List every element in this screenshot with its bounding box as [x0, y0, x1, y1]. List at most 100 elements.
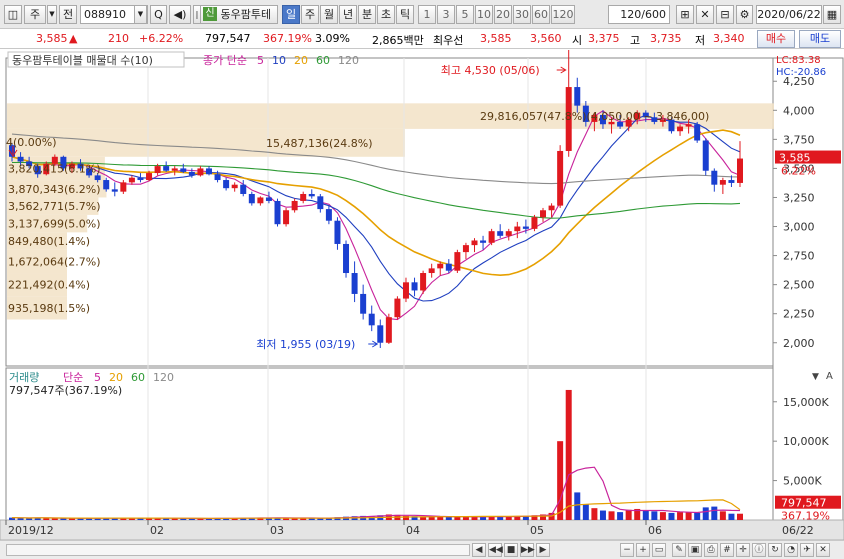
- best-ask-price: 3,585: [480, 32, 512, 45]
- volume-profile-label: 849,480(1.4%): [8, 235, 90, 248]
- grid-icon[interactable]: #: [720, 543, 734, 557]
- period-button[interactable]: 월: [320, 5, 338, 24]
- zoom-in-icon[interactable]: +: [636, 543, 650, 557]
- forward-icon[interactable]: ▶▶: [520, 543, 535, 557]
- low-label: 저: [695, 34, 706, 47]
- chart-style-icon[interactable]: ⊞: [676, 5, 694, 24]
- price-change: 210: [108, 32, 129, 45]
- vol-y-tick-label: 15,000K: [783, 396, 829, 409]
- candle-body: [94, 175, 101, 181]
- volume-bar: [565, 389, 572, 520]
- candle-body: [505, 231, 512, 236]
- candle-body: [711, 170, 718, 185]
- volume-bar: [694, 512, 701, 520]
- volume-bar: [625, 509, 632, 520]
- save-icon[interactable]: ▣: [688, 543, 702, 557]
- volume-bar: [617, 512, 624, 520]
- scroll-track[interactable]: [6, 544, 470, 556]
- period-button[interactable]: 주: [301, 5, 319, 24]
- volume-bar: [659, 512, 666, 520]
- search-icon[interactable]: Q: [150, 5, 167, 24]
- buy-button[interactable]: 매수: [757, 30, 795, 48]
- period-button[interactable]: 일: [282, 5, 300, 24]
- candle-body: [685, 124, 692, 127]
- x-axis-area: [0, 519, 844, 541]
- chart-area[interactable]: 4,250 4,000 3,750 3,500 3,250 3,000 2,750 2,500…: [0, 48, 844, 541]
- print-icon[interactable]: ⎙: [704, 543, 718, 557]
- interval-button[interactable]: 20: [494, 5, 512, 24]
- candle-body: [17, 156, 24, 162]
- count-field[interactable]: 120/600: [608, 5, 670, 24]
- line-tool-icon[interactable]: ✕: [696, 5, 714, 24]
- chevron-down-icon[interactable]: ▼: [47, 5, 57, 24]
- market-select[interactable]: 전: [59, 5, 77, 24]
- stock-name-field[interactable]: 신 동우팜투테: [200, 5, 278, 24]
- crosshair-icon[interactable]: ✛: [736, 543, 750, 557]
- candle-body: [274, 200, 281, 225]
- candle-body: [480, 240, 487, 243]
- count-total: /600: [641, 8, 666, 21]
- interval-button[interactable]: 120: [551, 5, 575, 24]
- period-button[interactable]: 틱: [396, 5, 414, 24]
- x-tick-label: 04: [406, 524, 420, 537]
- scroll-right-icon[interactable]: ▶: [536, 543, 550, 557]
- candle-body: [154, 166, 161, 174]
- sin-badge: 신: [203, 7, 217, 21]
- candle-body: [325, 209, 332, 221]
- candle-body: [514, 226, 521, 232]
- candle-body: [497, 231, 504, 236]
- min-price-marker: 최저 1,955 (03/19): [256, 338, 355, 351]
- candle-body: [308, 193, 315, 197]
- interval-button[interactable]: 1: [418, 5, 436, 24]
- volume-profile-label: 15,487,136(24.8%): [266, 137, 373, 150]
- period-button[interactable]: 초: [377, 5, 395, 24]
- chart-type-select[interactable]: 주: [24, 5, 46, 24]
- interval-button[interactable]: 5: [456, 5, 474, 24]
- layout-icon[interactable]: ⊟: [716, 5, 734, 24]
- volume-value: 797,547: [205, 32, 251, 45]
- calendar-icon[interactable]: ▦: [823, 5, 841, 24]
- period-button[interactable]: 분: [358, 5, 376, 24]
- rewind-icon[interactable]: ◀◀: [488, 543, 503, 557]
- zoom-out-icon[interactable]: −: [620, 543, 634, 557]
- interval-button[interactable]: 10: [475, 5, 493, 24]
- current-price-pct: 6.22%: [781, 165, 816, 178]
- chart-settings-icon[interactable]: ◫: [4, 5, 22, 24]
- candle-body: [231, 184, 238, 189]
- y-tick-label: 2,500: [783, 279, 815, 292]
- up-arrow-icon: ▲: [69, 32, 78, 45]
- quote-bar: 3,585 ▲ 210 +6.22% 797,547 367.19% 3.09%…: [0, 29, 844, 49]
- sell-button[interactable]: 매도: [799, 30, 841, 48]
- candle-body: [445, 263, 452, 271]
- interval-button[interactable]: 3: [437, 5, 455, 24]
- close-icon[interactable]: ✕: [816, 543, 830, 557]
- candle-body: [146, 173, 153, 181]
- period-button[interactable]: 년: [339, 5, 357, 24]
- candle-body: [257, 197, 264, 204]
- pin-icon[interactable]: ✈: [800, 543, 814, 557]
- interval-button[interactable]: 30: [513, 5, 531, 24]
- fit-icon[interactable]: ▭: [652, 543, 666, 557]
- draw-icon[interactable]: ✎: [672, 543, 686, 557]
- volume-bar: [557, 441, 564, 520]
- lock-icon[interactable]: ◔: [784, 543, 798, 557]
- date-field[interactable]: 2020/06/22: [756, 5, 822, 24]
- volume-bar: [574, 492, 581, 520]
- stop-icon[interactable]: ■: [504, 543, 518, 557]
- interval-button[interactable]: 60: [532, 5, 550, 24]
- speaker-icon[interactable]: ◀): [169, 5, 191, 24]
- code-dropdown-icon[interactable]: ▼: [134, 5, 147, 24]
- candle-body: [360, 293, 367, 314]
- open-label: 시: [572, 34, 583, 47]
- gear-icon[interactable]: ⚙: [736, 5, 753, 24]
- candle-body: [163, 166, 170, 171]
- vol-y-tick-label: 10,000K: [783, 435, 829, 448]
- info-icon[interactable]: ⓘ: [752, 543, 766, 557]
- ma-legend-item: 120: [338, 54, 359, 67]
- volume-bar: [599, 510, 606, 520]
- open-price: 3,375: [588, 32, 620, 45]
- y-tick-label: 2,250: [783, 308, 815, 321]
- refresh-icon[interactable]: ↻: [768, 543, 782, 557]
- candle-body: [420, 273, 427, 291]
- scroll-left-icon[interactable]: ◀: [472, 543, 486, 557]
